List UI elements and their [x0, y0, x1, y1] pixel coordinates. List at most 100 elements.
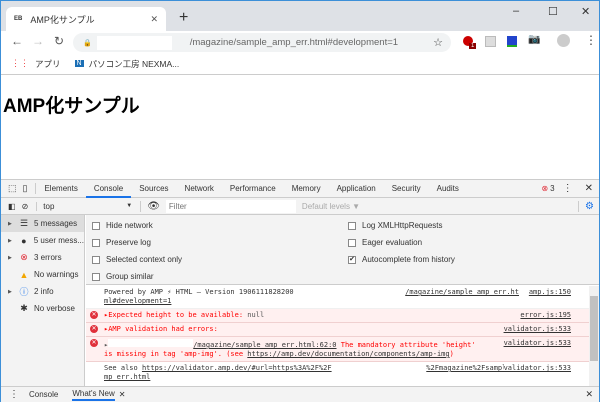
error-icon: ✕ [90, 311, 98, 319]
info-icon: ⓘ [19, 287, 29, 297]
new-tab-button[interactable]: + [179, 9, 188, 27]
source-link[interactable]: validator.js:533 [503, 325, 571, 334]
group-similar-checkbox[interactable]: Group similar [92, 272, 154, 281]
console-error-message: ✕ ▸AMP validation had errors: validator.… [86, 323, 589, 337]
bookmark-apps[interactable]: アプリ [35, 58, 61, 70]
bookmarks-bar: ⋮⋮ アプリ N パソコン工房 NEXMA... [1, 53, 599, 75]
source-link[interactable]: validator.js:533 [503, 339, 571, 348]
close-whats-new-icon[interactable]: ✕ [119, 390, 126, 399]
tab-memory[interactable]: Memory [284, 180, 329, 198]
log-xhr-checkbox[interactable]: Log XMLHttpRequests [348, 221, 443, 230]
close-drawer-icon[interactable]: ✕ [585, 389, 593, 400]
console-error-message: ✕ ▸/magazine/sample_amp_err.html:62:0 Th… [86, 337, 589, 362]
bookmark-star-icon[interactable]: ☆ [433, 36, 443, 49]
message-url-link[interactable]: https://amp.dev/documentation/components… [247, 350, 449, 358]
sidebar-item-warnings[interactable]: ▲ No warnings [1, 266, 84, 283]
context-select[interactable]: top [36, 201, 126, 211]
tab-elements[interactable]: Elements [36, 180, 85, 198]
console-settings-gear-icon[interactable]: ⚙ [578, 200, 594, 212]
tab-network[interactable]: Network [177, 180, 222, 198]
avatar[interactable] [557, 34, 570, 47]
tab-console[interactable]: Console [85, 180, 132, 198]
selected-context-checkbox[interactable]: Selected context only [92, 255, 182, 264]
tab-application[interactable]: Application [329, 180, 384, 198]
nexmag-icon: N [74, 60, 84, 67]
extension-icon[interactable] [485, 36, 496, 47]
device-toolbar-icon[interactable]: ▯ [21, 183, 37, 194]
sidebar-toggle-icon[interactable]: ◧ [8, 202, 16, 211]
extension-badge: 1 [469, 43, 477, 49]
url-text: /magazine/sample_amp_err.html#developmen… [189, 37, 399, 48]
console-messages: Powered by AMP ⚡ HTML – Version 19061118… [86, 286, 589, 386]
log-levels-dropdown[interactable]: Default levels ▼ [302, 202, 360, 211]
message-link[interactable]: /magazine/sample_amp_err.html:62:0 [193, 341, 336, 349]
maximize-button[interactable]: ☐ [548, 5, 558, 18]
sidebar-item-verbose[interactable]: ✱ No verbose [1, 300, 84, 317]
console-message: Powered by AMP ⚡ HTML – Version 19061118… [86, 286, 589, 309]
apps-icon: ⋮⋮ [11, 58, 29, 68]
close-tab-icon[interactable]: ✕ [150, 14, 158, 25]
devtools-menu-icon[interactable]: ⋮ [563, 183, 573, 194]
message-url-link[interactable]: mp_err.html [104, 373, 150, 381]
hide-network-checkbox[interactable]: Hide network [92, 221, 153, 230]
menu-icon[interactable]: ⋮ [585, 33, 597, 47]
tab-audits[interactable]: Audits [429, 180, 467, 198]
error-count[interactable]: 3 [550, 184, 554, 193]
inspect-icon[interactable]: ⬚ [1, 183, 21, 194]
forward-button[interactable]: → [32, 34, 44, 48]
devtools-tabs: ⬚ ▯ Elements Console Sources Network Per… [1, 180, 599, 198]
error-icon: ✕ [90, 325, 98, 333]
drawer-tab-console[interactable]: Console [29, 390, 58, 399]
list-icon: ☰ [19, 218, 29, 228]
page-heading: AMP化サンプル [3, 96, 140, 117]
message-link[interactable]: ml#development=1 [104, 297, 171, 305]
autocomplete-history-checkbox[interactable]: ✔ Autocomplete from history [348, 255, 455, 264]
message-url-link[interactable]: https://validator.amp.dev/#url=https%3A%… [142, 364, 332, 372]
tab-security[interactable]: Security [384, 180, 429, 198]
reload-button[interactable]: ↻ [54, 34, 64, 48]
source-link[interactable]: validator.js:533 [503, 364, 571, 373]
favicon-icon: EB [14, 16, 23, 22]
drawer-menu-icon[interactable]: ⋮ [9, 389, 19, 400]
drawer-tabs: ⋮ Console What's New ✕ ✕ [1, 386, 599, 402]
error-icon: ✕ [90, 339, 98, 347]
close-window-button[interactable]: ✕ [581, 5, 590, 18]
drawer-tab-whats-new[interactable]: What's New [72, 389, 115, 401]
filter-input[interactable] [165, 199, 296, 213]
message-link[interactable]: /magazine/sample_amp_err.ht [405, 288, 519, 297]
console-sidebar: ▶ ☰ 5 messages ▶ ● 5 user mess... ▶ ⊗ 3 errors… [1, 215, 85, 386]
source-link[interactable]: amp.js:150 [528, 288, 571, 297]
context-dropdown-icon[interactable]: ▼ [126, 203, 132, 209]
console-scrollbar[interactable] [589, 286, 599, 386]
eager-evaluation-checkbox[interactable]: Eager evaluation [348, 238, 422, 247]
error-icon: ⊗ [20, 252, 28, 262]
console-toolbar: ◧ ⊘ top ▼ 👁 Default levels ▼ ⚙ [1, 198, 599, 215]
console-error-message: ✕ ▸Expected height to be available: null… [86, 309, 589, 323]
error-count-icon[interactable]: ⊗ [541, 184, 548, 193]
console-settings: Hide network Preserve log Selected conte… [86, 215, 599, 285]
tab-performance[interactable]: Performance [222, 180, 284, 198]
sidebar-item-info[interactable]: ▶ ⓘ 2 info [1, 283, 84, 300]
bookmark-nexmag[interactable]: パソコン工房 NEXMA... [89, 58, 180, 70]
live-expression-eye-icon[interactable]: 👁 [140, 200, 166, 212]
address-bar[interactable]: 🔒 /magazine/sample_amp_err.html#developm… [73, 33, 451, 52]
browser-tab[interactable]: EB AMP化サンプル ✕ [6, 7, 166, 31]
source-link[interactable]: error.js:195 [520, 311, 571, 320]
preserve-log-checkbox[interactable]: Preserve log [92, 238, 151, 247]
clear-console-icon[interactable]: ⊘ [22, 202, 29, 211]
warning-icon: ▲ [19, 269, 29, 280]
sidebar-item-errors[interactable]: ▶ ⊗ 3 errors [1, 249, 84, 266]
tab-title: AMP化サンプル [30, 14, 95, 25]
camera-icon[interactable]: 📷 [528, 34, 540, 45]
sidebar-item-user-messages[interactable]: ▶ ● 5 user mess... [1, 232, 84, 249]
lock-icon: 🔒 [83, 39, 92, 47]
devtools-close-icon[interactable]: ✕ [585, 183, 593, 194]
minimize-button[interactable]: – [513, 5, 519, 17]
extension-icon[interactable] [507, 36, 517, 47]
sidebar-item-messages[interactable]: ▶ ☰ 5 messages [1, 215, 84, 232]
console-message: See also https://validator.amp.dev/#url=… [104, 364, 571, 381]
bug-icon: ✱ [20, 303, 28, 313]
back-button[interactable]: ← [11, 34, 23, 48]
user-icon: ● [21, 235, 27, 246]
tab-sources[interactable]: Sources [131, 180, 176, 198]
